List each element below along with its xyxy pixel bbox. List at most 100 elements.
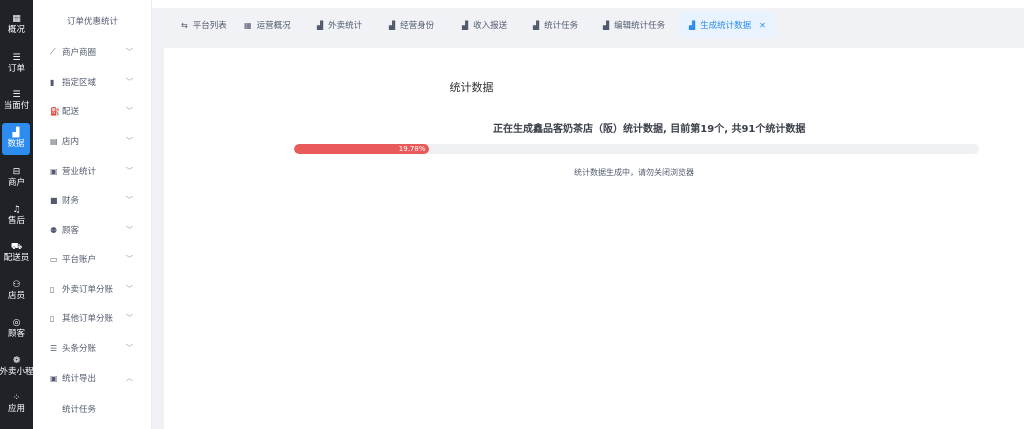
delivery-icon: ⛽ xyxy=(50,106,60,116)
tab-edit-stats-task[interactable]: ▟ 编辑统计任务 xyxy=(603,12,665,38)
headline-icon: ☰ xyxy=(50,343,58,353)
sidebar-item-label: 配送 xyxy=(62,107,80,117)
rail-item-label: 店员 xyxy=(7,291,25,301)
tab-generate-stats[interactable]: ▟ 生成统计数据 ✕ xyxy=(680,12,775,38)
income-chart-icon: ▟ xyxy=(462,20,469,30)
progress-bar: 19.78% xyxy=(294,144,979,154)
data-chart-icon: ▟ xyxy=(12,128,20,138)
rail-item-label: 订单 xyxy=(7,64,25,74)
operation-icon: ▦ xyxy=(244,20,252,30)
identity-chart-icon: ▟ xyxy=(389,20,396,30)
rail-item-overview[interactable]: ▦ 概况 xyxy=(0,7,33,43)
sidebar-item-label: 外卖订单分账 xyxy=(62,285,114,295)
sidebar-item-label: 商户商圈 xyxy=(62,48,97,58)
sidebar-item-label: 头条分账 xyxy=(62,344,97,354)
rail-item-label: 售后 xyxy=(7,216,25,226)
sidebar-subitem-stats-task[interactable]: 统计任务 xyxy=(62,403,96,415)
rail-item-label: 商户 xyxy=(7,178,25,188)
business-icon: ▣ xyxy=(50,166,58,176)
rail-item-label: 概况 xyxy=(7,25,25,35)
main-nav-rail: ▦ 概况 ☰ 订单 ☰ 当面付 ▟ 数据 ⊟ 商户 ♫ 售后 ⛟ 配送员 ⚇ 店… xyxy=(0,0,33,429)
rail-item-after-sales[interactable]: ♫ 售后 xyxy=(0,198,33,234)
sidebar-item-label: 平台账户 xyxy=(62,255,97,265)
chevron-down-icon: ﹀ xyxy=(126,314,133,322)
tab-takeout-stats[interactable]: ▟ 外卖统计 xyxy=(317,12,362,38)
chevron-down-icon: ﹀ xyxy=(126,255,133,263)
chevron-down-icon: ﹀ xyxy=(126,137,133,145)
sidebar-item-label: 财务 xyxy=(62,196,80,206)
split-other-icon: ▯ xyxy=(50,313,55,323)
sidebar-item-label: 顾客 xyxy=(62,226,80,236)
rail-item-label: 数据 xyxy=(7,139,25,149)
sidebar-item-customer[interactable]: ⚉ 顾客 ﹀ xyxy=(33,220,152,240)
headset-icon: ♫ xyxy=(12,205,21,215)
rail-item-customer[interactable]: ◎ 顾客 xyxy=(0,311,33,347)
customer-icon: ◎ xyxy=(12,318,21,328)
tab-platform-list[interactable]: ⇆ 平台列表 xyxy=(181,12,227,38)
overview-icon: ▦ xyxy=(12,14,21,24)
merchant-icon: ⊟ xyxy=(12,167,21,177)
chevron-down-icon: ﹀ xyxy=(126,226,133,234)
tab-label: 统计任务 xyxy=(544,21,579,31)
chevron-up-icon: ︿ xyxy=(126,374,133,382)
sidebar-item-business-stats[interactable]: ▣ 营业统计 ﹀ xyxy=(33,161,152,181)
rail-item-label: 配送员 xyxy=(3,253,30,263)
rail-item-label: 应用 xyxy=(7,404,25,414)
customer-group-icon: ⚉ xyxy=(50,225,58,235)
sidebar-item-label: 店内 xyxy=(62,137,80,147)
rail-item-staff[interactable]: ⚇ 店员 xyxy=(0,273,33,309)
sub-sidebar: 订单优惠统计 ⟋ 商户商圈 ﹀ ▮ 指定区域 ﹀ ⛽ 配送 ﹀ ▤ 店内 ﹀ ▣… xyxy=(33,0,152,429)
do-not-close-hint: 统计数据生成中，请勿关闭浏览器 xyxy=(574,168,694,177)
rail-item-label: 当面付 xyxy=(3,101,30,111)
sidebar-item-label: 营业统计 xyxy=(62,167,97,177)
tab-business-identity[interactable]: ▟ 经营身份 xyxy=(389,12,434,38)
chevron-down-icon: ﹀ xyxy=(126,167,133,175)
rail-item-miniapp[interactable]: ❁ 外卖小程 xyxy=(0,349,33,385)
sidebar-item-finance[interactable]: ■ 财务 ﹀ xyxy=(33,190,152,210)
trend-icon: ⟋ xyxy=(50,47,56,56)
progress-fill: 19.78% xyxy=(294,144,430,154)
rail-item-order[interactable]: ☰ 订单 xyxy=(0,46,33,82)
sidebar-item-stats-export[interactable]: ▣ 统计导出 ︿ xyxy=(33,368,152,388)
sidebar-item-takeout-split[interactable]: ▯ 外卖订单分账 ﹀ xyxy=(33,279,152,299)
sidebar-item-other-split[interactable]: ▯ 其他订单分账 ﹀ xyxy=(33,308,152,328)
chevron-down-icon: ﹀ xyxy=(126,48,133,56)
rail-item-data[interactable]: ▟ 数据 xyxy=(2,123,30,155)
sidebar-item-headline-split[interactable]: ☰ 头条分账 ﹀ xyxy=(33,338,152,358)
finance-icon: ■ xyxy=(50,195,58,205)
chevron-down-icon: ﹀ xyxy=(126,344,133,352)
sidebar-item-platform-account[interactable]: ▭ 平台账户 ﹀ xyxy=(33,249,152,269)
miniapp-icon: ❁ xyxy=(12,356,21,366)
rail-item-apps[interactable]: ⁘ 应用 xyxy=(0,386,33,422)
tab-income-report[interactable]: ▟ 收入报送 xyxy=(462,12,507,38)
edit-task-chart-icon: ▟ xyxy=(603,20,610,30)
staff-icon: ⚇ xyxy=(12,280,21,290)
tab-label: 生成统计数据 xyxy=(700,21,752,31)
top-header xyxy=(152,0,1024,8)
sidebar-item-delivery[interactable]: ⛽ 配送 ﹀ xyxy=(33,101,152,121)
tab-label: 外卖统计 xyxy=(328,21,363,31)
tab-label: 运营概况 xyxy=(256,21,291,31)
rail-item-merchant[interactable]: ⊟ 商户 xyxy=(0,160,33,196)
page-title: 统计数据 xyxy=(449,81,494,94)
courier-icon: ⛟ xyxy=(10,242,23,252)
tab-stats-task[interactable]: ▟ 统计任务 xyxy=(533,12,578,38)
close-icon[interactable]: ✕ xyxy=(759,21,766,30)
sidebar-item-in-store[interactable]: ▤ 店内 ﹀ xyxy=(33,131,152,151)
generation-status-text: 正在生成鑫品客奶茶店（阪）统计数据, 目前第19个, 共91个统计数据 xyxy=(493,124,806,135)
sidebar-item-label: 统计导出 xyxy=(62,374,97,384)
progress-label: 19.78% xyxy=(398,145,426,153)
tab-operation-overview[interactable]: ▦ 运营概况 xyxy=(244,12,291,38)
rail-item-courier[interactable]: ⛟ 配送员 xyxy=(0,235,33,271)
task-chart-icon: ▟ xyxy=(533,20,540,30)
rail-item-label: 外卖小程 xyxy=(0,367,33,377)
split-icon: ▯ xyxy=(50,284,55,294)
chevron-down-icon: ﹀ xyxy=(126,107,133,115)
takeout-chart-icon: ▟ xyxy=(317,20,324,30)
tab-label: 经营身份 xyxy=(400,21,435,31)
tab-bar: ⇆ 平台列表 ▦ 运营概况 ▟ 外卖统计 ▟ 经营身份 ▟ 收入报送 ▟ 统计任… xyxy=(152,8,1024,38)
apps-icon: ⁘ xyxy=(12,393,21,403)
sidebar-item-merchant-district[interactable]: ⟋ 商户商圈 ﹀ xyxy=(33,42,152,62)
sidebar-item-order-discount-stats[interactable]: 订单优惠统计 xyxy=(33,15,152,27)
tab-label: 平台列表 xyxy=(192,21,227,31)
